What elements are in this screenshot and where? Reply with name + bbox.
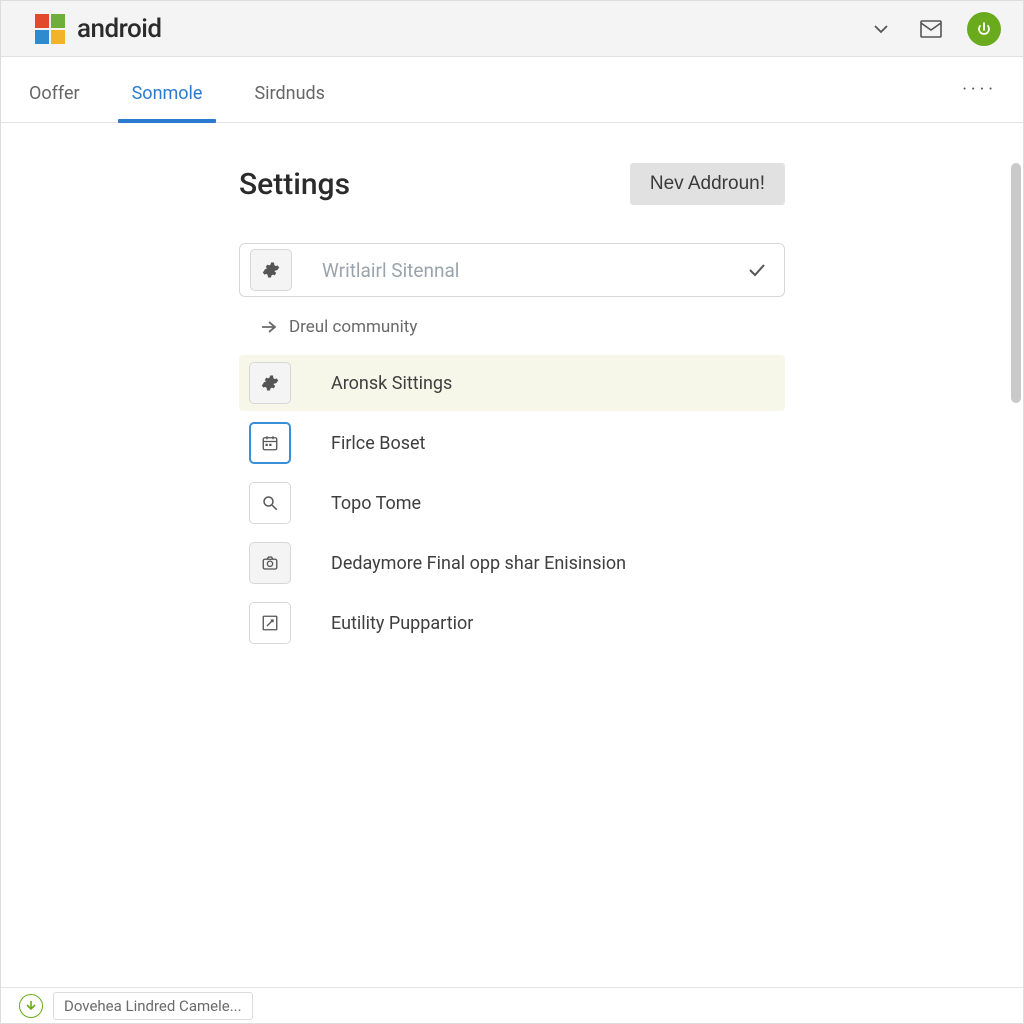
logo-square-bl bbox=[35, 30, 49, 44]
page-title: Settings bbox=[239, 167, 630, 202]
header-bar: android bbox=[1, 1, 1023, 57]
brand-text: android bbox=[77, 14, 162, 44]
new-addroun-button[interactable]: Nev Addroun! bbox=[630, 163, 785, 205]
calendar-icon bbox=[249, 422, 291, 464]
microsoft-logo-icon bbox=[35, 14, 65, 44]
list-item-label: Dedaymore Final opp shar Enisinsion bbox=[331, 553, 626, 574]
mail-icon[interactable] bbox=[917, 15, 945, 43]
list-item-aronsk-sittings[interactable]: Aronsk Sittings bbox=[239, 355, 785, 411]
main-panel: Settings Nev Addroun! Writlairl Sitennal… bbox=[1, 123, 1023, 987]
community-link[interactable]: Dreul community bbox=[239, 317, 785, 337]
logo-square-br bbox=[51, 30, 65, 44]
list-item-dedaymore[interactable]: Dedaymore Final opp shar Enisinsion bbox=[239, 535, 785, 591]
scrollbar-thumb[interactable] bbox=[1011, 163, 1021, 403]
header-actions bbox=[867, 12, 1001, 46]
tab-sonmole[interactable]: Sonmole bbox=[130, 83, 205, 122]
footer-status[interactable]: Dovehea Lindred Camele... bbox=[53, 992, 253, 1020]
list-item-label: Eutility Puppartior bbox=[331, 613, 473, 634]
download-icon[interactable] bbox=[19, 994, 43, 1018]
settings-select[interactable]: Writlairl Sitennal bbox=[239, 243, 785, 297]
logo-square-tr bbox=[51, 14, 65, 28]
arrow-right-icon bbox=[261, 320, 277, 334]
title-row: Settings Nev Addroun! bbox=[239, 163, 785, 205]
community-link-label: Dreul community bbox=[289, 317, 417, 337]
tab-overflow-icon[interactable]: ···· bbox=[962, 79, 997, 122]
search-icon bbox=[249, 482, 291, 524]
brand-group: android bbox=[35, 14, 162, 44]
tab-ooffer[interactable]: Ooffer bbox=[27, 83, 82, 122]
gear-icon bbox=[250, 249, 292, 291]
list-item-label: Aronsk Sittings bbox=[331, 373, 452, 394]
user-avatar[interactable] bbox=[967, 12, 1001, 46]
list-item-eutility-puppartior[interactable]: Eutility Puppartior bbox=[239, 595, 785, 651]
footer-bar: Dovehea Lindred Camele... bbox=[1, 987, 1023, 1023]
app-window: android Ooffer Sonmole Sirdnuds ···· Set… bbox=[0, 0, 1024, 1024]
content: Settings Nev Addroun! Writlairl Sitennal… bbox=[1, 123, 785, 651]
list-item-label: Firlce Boset bbox=[331, 433, 425, 454]
logo-square-tl bbox=[35, 14, 49, 28]
list-item-firlce-boset[interactable]: Firlce Boset bbox=[239, 415, 785, 471]
gear-icon bbox=[249, 362, 291, 404]
camera-icon bbox=[249, 542, 291, 584]
select-placeholder: Writlairl Sitennal bbox=[322, 259, 718, 282]
chevron-down-icon[interactable] bbox=[867, 15, 895, 43]
tab-bar: Ooffer Sonmole Sirdnuds ···· bbox=[1, 57, 1023, 123]
tab-sirdnuds[interactable]: Sirdnuds bbox=[252, 83, 326, 122]
list-item-topo-tome[interactable]: Topo Tome bbox=[239, 475, 785, 531]
edit-icon bbox=[249, 602, 291, 644]
list-item-label: Topo Tome bbox=[331, 493, 421, 514]
check-icon bbox=[748, 263, 766, 277]
